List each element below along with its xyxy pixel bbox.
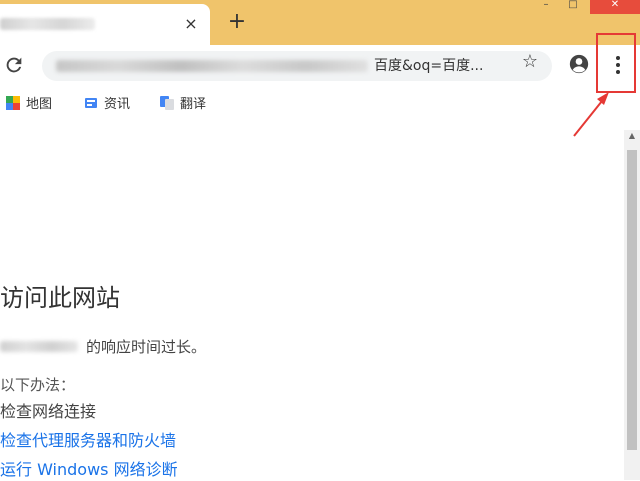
tab-title-blurred xyxy=(0,18,95,30)
scrollbar-thumb[interactable] xyxy=(627,150,637,450)
bookmark-label: 翻译 xyxy=(180,97,207,112)
reload-icon[interactable] xyxy=(3,54,25,76)
translate-icon xyxy=(160,96,174,110)
maps-icon xyxy=(6,96,20,110)
bookmark-news[interactable]: 资讯 xyxy=(84,96,130,114)
annotation-highlight-box xyxy=(596,33,636,93)
bookmarks-bar: 地图 资讯 翻译 xyxy=(0,90,640,120)
bookmark-translate[interactable]: 翻译 xyxy=(160,96,206,114)
suggestion-run-diagnostics-link[interactable]: 运行 Windows 网络诊断 xyxy=(0,459,178,481)
maximize-button[interactable]: □ xyxy=(566,0,580,12)
bookmark-star-icon[interactable]: ☆ xyxy=(520,52,540,72)
try-heading: 以下办法： xyxy=(0,376,76,394)
scroll-up-arrow-icon[interactable]: ▲ xyxy=(626,131,638,141)
browser-toolbar: 百度&oq=百度... xyxy=(0,45,640,87)
suggestion-check-proxy-link[interactable]: 检查代理服务器和防火墙 xyxy=(0,430,176,452)
error-title: 访问此网站 xyxy=(0,284,120,312)
bookmark-maps[interactable]: 地图 xyxy=(6,96,52,114)
new-tab-button[interactable]: + xyxy=(226,11,248,33)
hostname-blurred xyxy=(0,341,78,352)
bookmark-label: 地图 xyxy=(26,97,53,112)
url-text: 百度&oq=百度... xyxy=(374,58,484,74)
url-blurred xyxy=(56,60,368,72)
suggestion-check-connection: 检查网络连接 xyxy=(0,402,97,421)
minimize-button[interactable]: – xyxy=(537,0,555,12)
news-icon xyxy=(85,98,97,108)
address-bar[interactable]: 百度&oq=百度... xyxy=(42,51,552,81)
bookmark-label: 资讯 xyxy=(104,97,131,112)
browser-tab[interactable]: × xyxy=(0,4,210,45)
tab-strip: × + – □ ✕ xyxy=(0,0,640,45)
close-window-button[interactable]: ✕ xyxy=(590,0,640,14)
account-icon[interactable] xyxy=(569,54,589,74)
error-description: 的响应时间过长。 xyxy=(86,338,207,356)
tab-close-icon[interactable]: × xyxy=(182,15,200,33)
